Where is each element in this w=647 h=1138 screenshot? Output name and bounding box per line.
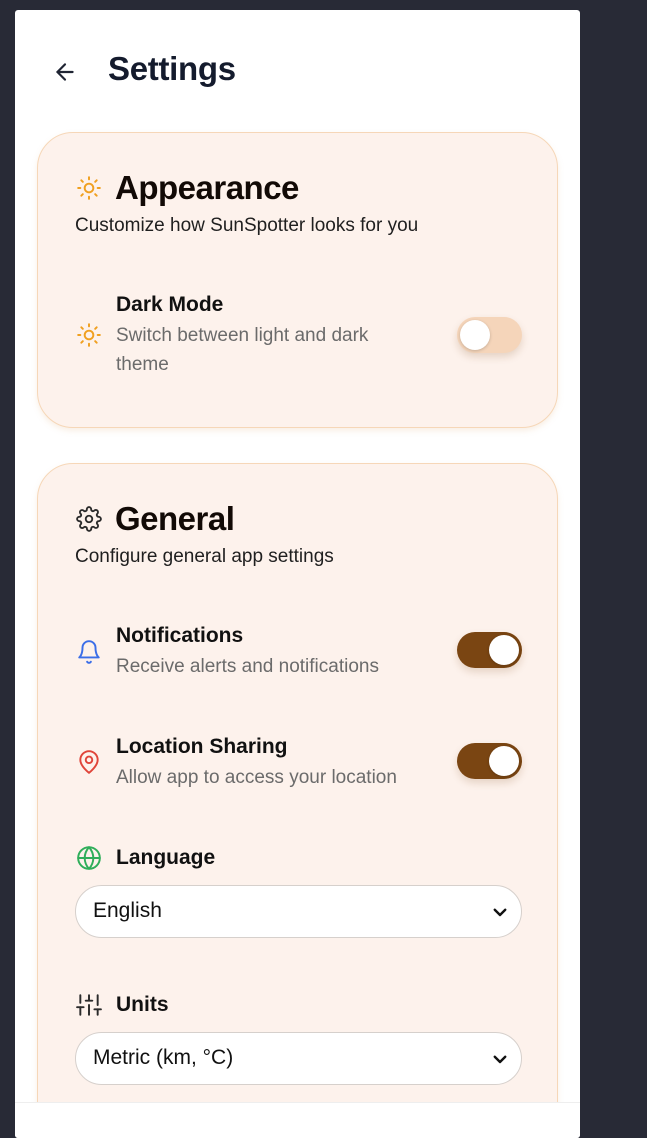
dark-mode-row: Dark Mode Switch between light and dark …	[75, 293, 522, 383]
units-select-value: Metric (km, °C)	[93, 1046, 234, 1069]
sun-icon	[75, 321, 103, 349]
language-row: Language	[75, 844, 522, 874]
general-title: General	[115, 500, 235, 537]
notifications-description: Receive alerts and notifications	[116, 656, 379, 677]
gear-icon	[75, 505, 103, 533]
location-sharing-description: Allow app to access your location	[116, 767, 397, 788]
units-label: Units	[116, 993, 169, 1016]
location-sharing-toggle[interactable]	[457, 743, 522, 779]
appearance-card-header: Appearance	[75, 169, 299, 207]
units-select[interactable]: Metric (km, °C)	[75, 1032, 522, 1085]
chevron-down-icon	[489, 1048, 511, 1070]
appearance-subtitle: Customize how SunSpotter looks for you	[75, 215, 419, 236]
map-pin-icon	[75, 748, 103, 776]
page-title: Settings	[108, 50, 236, 87]
bell-icon	[75, 638, 103, 666]
dark-mode-description-line1: Switch between light and dark	[116, 325, 369, 346]
appearance-card: Appearance Customize how SunSpotter look…	[37, 132, 558, 428]
general-card: General Configure general app settings N…	[37, 463, 558, 1138]
toggle-knob	[489, 746, 519, 776]
sliders-icon	[75, 991, 103, 1019]
settings-header: Settings	[15, 10, 580, 130]
back-button[interactable]	[51, 58, 79, 86]
general-card-header: General	[75, 500, 235, 538]
sun-icon	[75, 174, 103, 202]
arrow-left-icon	[56, 63, 74, 81]
appearance-title: Appearance	[115, 169, 299, 206]
globe-icon	[75, 844, 103, 872]
settings-panel: Settings Appearance Customize how SunSpo…	[15, 10, 580, 1138]
dark-mode-toggle[interactable]	[457, 317, 522, 353]
language-select-value: English	[93, 899, 162, 922]
dark-mode-description-line2: theme	[116, 354, 169, 375]
notifications-label: Notifications	[116, 624, 244, 647]
language-label: Language	[116, 846, 216, 869]
dark-mode-label: Dark Mode	[116, 293, 224, 316]
toggle-knob	[460, 320, 490, 350]
language-select[interactable]: English	[75, 885, 522, 938]
notifications-toggle[interactable]	[457, 632, 522, 668]
notifications-row: Notifications Receive alerts and notific…	[75, 624, 522, 684]
bottom-bar	[15, 1102, 580, 1138]
general-subtitle: Configure general app settings	[75, 546, 334, 567]
location-sharing-row: Location Sharing Allow app to access you…	[75, 735, 522, 795]
chevron-down-icon	[489, 901, 511, 923]
toggle-knob	[489, 635, 519, 665]
units-row: Units	[75, 991, 522, 1021]
location-sharing-label: Location Sharing	[116, 735, 288, 758]
